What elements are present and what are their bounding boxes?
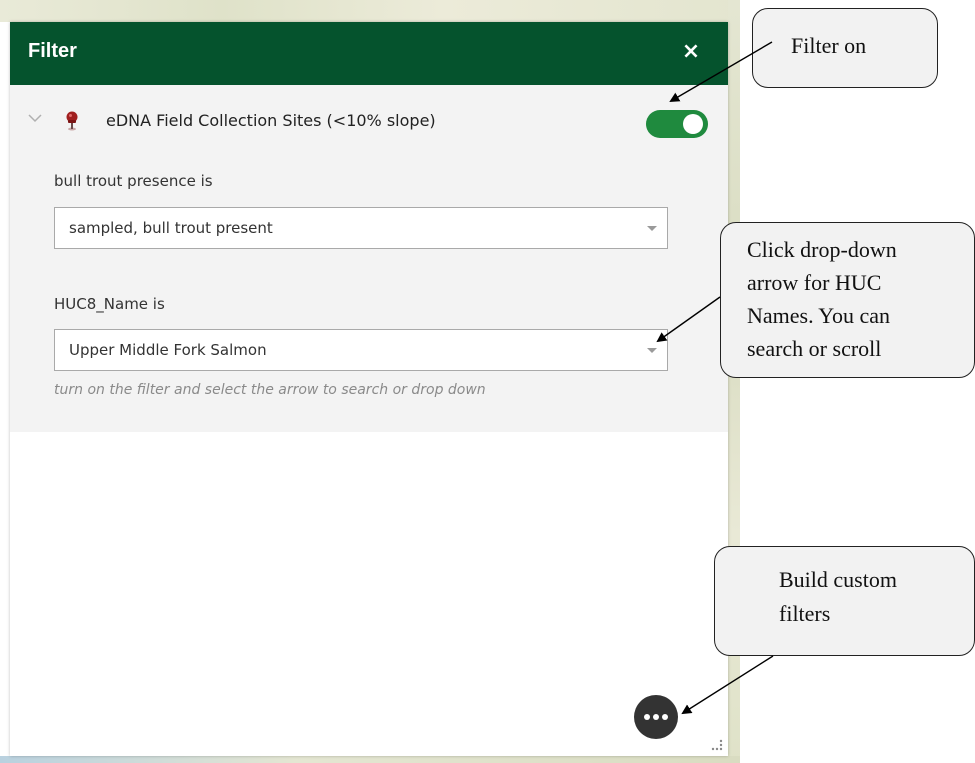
filter-label-bull-trout: bull trout presence is [54,172,213,190]
callout-dropdown-line-3: Names. You can [747,303,890,328]
panel-title: Filter [28,40,77,62]
resize-grip-icon[interactable] [708,736,724,752]
filter-panel: Filter × eDNA Field Collection Sites (<1… [10,22,728,756]
callout-custom-line-1: Build custom [779,567,897,592]
huc8-select-value: Upper Middle Fork Salmon [69,341,267,359]
callout-filter-on: Filter on [752,8,938,88]
map-background-bottom [0,756,740,763]
map-background-top [0,0,740,22]
dropdown-arrow-icon[interactable] [647,348,657,353]
callout-custom-filters: Build custom filters [714,546,975,656]
filter-toggle[interactable] [646,110,708,138]
callout-custom-line-2: filters [779,601,831,626]
panel-header: Filter × [10,22,728,85]
filter-hint: turn on the filter and select the arrow … [54,382,486,398]
ellipsis-icon [662,714,668,720]
filter-label-huc8: HUC8_Name is [54,295,165,313]
layer-name: eDNA Field Collection Sites (<10% slope) [106,111,436,130]
ellipsis-icon [653,714,659,720]
chevron-down-icon[interactable] [28,113,42,123]
toggle-knob [683,114,703,134]
callout-dropdown-line-2: arrow for HUC [747,270,882,295]
filter-content: eDNA Field Collection Sites (<10% slope)… [10,85,728,432]
bull-trout-select-value: sampled, bull trout present [69,219,273,237]
pushpin-icon [66,111,78,131]
close-icon[interactable]: × [678,38,704,66]
more-options-button[interactable] [634,695,678,739]
bull-trout-select[interactable]: sampled, bull trout present [54,207,668,249]
callout-dropdown: Click drop-down arrow for HUC Names. You… [720,222,975,378]
huc8-select[interactable]: Upper Middle Fork Salmon [54,329,668,371]
callout-dropdown-line-1: Click drop-down [747,237,897,262]
callout-dropdown-line-4: search or scroll [747,336,882,361]
dropdown-arrow-icon[interactable] [647,226,657,231]
callout-filter-on-text: Filter on [791,33,867,58]
ellipsis-icon [644,714,650,720]
